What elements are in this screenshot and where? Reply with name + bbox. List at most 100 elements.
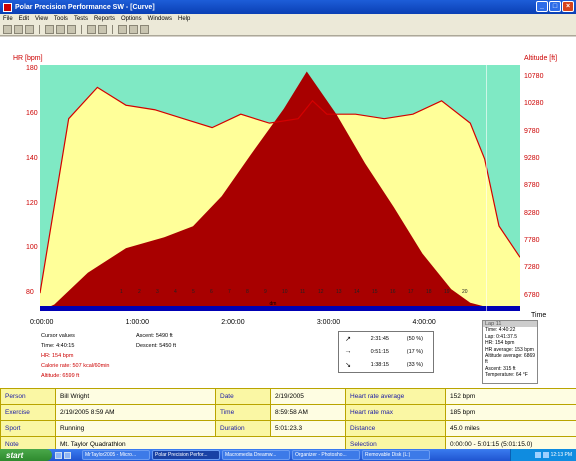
- window-titlebar: Polar Precision Performance SW - [Curve]…: [0, 0, 576, 14]
- zone-percent: (17 %): [406, 348, 423, 355]
- menu-options[interactable]: Options: [121, 16, 142, 22]
- exercise-label: Exercise: [0, 404, 56, 421]
- menu-reports[interactable]: Reports: [94, 16, 115, 22]
- graph-icon[interactable]: [118, 25, 127, 34]
- chart-icon[interactable]: [56, 25, 65, 34]
- settings-icon[interactable]: [67, 25, 76, 34]
- cursor-title: Cursor values: [41, 333, 75, 339]
- zoom-icon[interactable]: [45, 25, 54, 34]
- hr-average-value: 152 bpm: [445, 388, 576, 405]
- hr-tick-label: 100: [26, 244, 38, 252]
- ascent-descent: Ascent: 5490 ft Descent: 5450 ft: [136, 331, 176, 351]
- lap-marker: 4: [174, 289, 177, 295]
- table-row: Person Bill Wright Date 2/19/2005 Heart …: [0, 388, 576, 405]
- altitude-tick-label: 9280: [524, 155, 540, 163]
- menu-help[interactable]: Help: [178, 16, 190, 22]
- tray-icon[interactable]: [542, 452, 549, 458]
- save-icon[interactable]: [14, 25, 23, 34]
- menu-view[interactable]: View: [35, 16, 48, 22]
- list-item: → 0:51:15 (17 %): [339, 345, 433, 358]
- lap-marker: 18: [426, 289, 432, 295]
- cursor-values: Cursor values Time: 4:40:15 HR: 154 bpm …: [41, 331, 109, 381]
- search-icon[interactable]: [98, 25, 107, 34]
- altitude-tick-label: 6780: [524, 291, 540, 299]
- zone-percent: (33 %): [406, 361, 423, 368]
- hr-axis-label: HR [bpm]: [13, 55, 43, 62]
- taskbar-task[interactable]: Polar Precision Perfor...: [152, 450, 220, 460]
- menu-file[interactable]: File: [3, 16, 13, 22]
- time-tick-label: 0:00:00: [30, 319, 54, 326]
- time-label: Time: [215, 404, 271, 421]
- x-axis-label: Time: [531, 312, 547, 319]
- altitude-tick-label: 8280: [524, 209, 540, 217]
- maximize-button[interactable]: □: [549, 1, 561, 12]
- zone-time: 1:38:15: [370, 361, 389, 368]
- menu-edit[interactable]: Edit: [19, 16, 29, 22]
- hr-tick-label: 160: [26, 110, 38, 118]
- zone-time: 2:31:45: [370, 335, 389, 342]
- cursor-hr: HR: 154 bpm: [41, 353, 74, 359]
- print-icon[interactable]: [25, 25, 34, 34]
- cursor-time: Time: 4:40:15: [41, 343, 75, 349]
- lap-marker: 12: [318, 289, 324, 295]
- time-tick-label: 3:00:00: [316, 319, 341, 326]
- menu-windows[interactable]: Windows: [148, 16, 172, 22]
- hr-max-label: Heart rate max: [345, 404, 446, 421]
- table-row: Sport Running Duration 5:01:23.3 Distanc…: [0, 420, 576, 437]
- close-button[interactable]: ×: [562, 1, 574, 12]
- lap-marker: 1: [120, 289, 123, 295]
- exercise-info-table: Person Bill Wright Date 2/19/2005 Heart …: [0, 388, 576, 453]
- browser-icon[interactable]: [64, 451, 71, 459]
- menu-tools[interactable]: Tools: [54, 16, 68, 22]
- lap-marker: 17: [408, 289, 414, 295]
- curve-chart[interactable]: dm1 2 3 4 5 6 7 8 9 10 11 12 13 14 15 16 17 18 19 20: [40, 65, 520, 311]
- taskbar-task[interactable]: Organizer - Photosho...: [292, 450, 360, 460]
- zone-time: 0:51:15: [370, 348, 389, 355]
- menu-bar: File Edit View Tools Tests Reports Optio…: [0, 14, 576, 24]
- minimize-button[interactable]: _: [536, 1, 548, 12]
- taskbar-task[interactable]: MrTaylor2005 - Micro...: [82, 450, 150, 460]
- person-label: Person: [0, 388, 56, 405]
- lap-marker: 10: [282, 289, 288, 295]
- taskbar-task[interactable]: Macromedia Dreamw...: [222, 450, 290, 460]
- graph2-icon[interactable]: [129, 25, 138, 34]
- uphill-arrow-icon: ↗: [345, 335, 351, 343]
- lap-marker: 2: [138, 289, 141, 295]
- time-tick-label: 4:00:00: [412, 319, 436, 326]
- time-tick-label: 1:00:00: [125, 319, 149, 326]
- downhill-arrow-icon: ↘: [345, 361, 351, 369]
- toolbar-separator: [39, 25, 40, 34]
- hr-tick-label: 140: [26, 154, 38, 162]
- calendar-icon[interactable]: [87, 25, 96, 34]
- hr-tick-label: 180: [26, 65, 38, 73]
- hr-max-value: 185 bpm: [445, 404, 576, 421]
- altitude-tick-label: 7280: [524, 264, 540, 272]
- polar-app-icon: [3, 2, 12, 12]
- system-tray: 12:13 PM: [510, 449, 576, 461]
- altitude-tick-label: 10280: [524, 100, 544, 108]
- date-label: Date: [215, 388, 271, 405]
- menu-tests[interactable]: Tests: [74, 16, 88, 22]
- start-button[interactable]: start: [0, 449, 52, 461]
- toolbar: [0, 24, 576, 36]
- lap-marker: 13: [336, 289, 342, 295]
- descent-value: Descent: 5450 ft: [136, 343, 177, 349]
- lap-marker: 15: [372, 289, 378, 295]
- sport-value: Running: [55, 420, 216, 437]
- open-icon[interactable]: [3, 25, 12, 34]
- desktop-icon[interactable]: [55, 451, 62, 459]
- lap-marker: 6: [210, 289, 213, 295]
- flat-arrow-icon: →: [344, 348, 352, 355]
- hr-average-label: Heart rate average: [345, 388, 446, 405]
- bottom-band: [40, 306, 520, 311]
- taskbar-task[interactable]: Removable Disk (L:): [362, 450, 430, 460]
- graph3-icon[interactable]: [140, 25, 149, 34]
- altitude-tick-label: 9780: [524, 127, 540, 135]
- cursor-calorie: Calorie rate: 507 kcal/60min: [41, 363, 110, 369]
- list-item: ↗ 2:31:45 (50 %): [339, 332, 433, 345]
- quick-launch: [52, 449, 80, 461]
- lap-marker: 20: [462, 289, 468, 295]
- tray-icon[interactable]: [534, 452, 541, 458]
- zone-percent: (50 %): [406, 335, 423, 342]
- exercise-value: 2/19/2005 8:59 AM: [55, 404, 216, 421]
